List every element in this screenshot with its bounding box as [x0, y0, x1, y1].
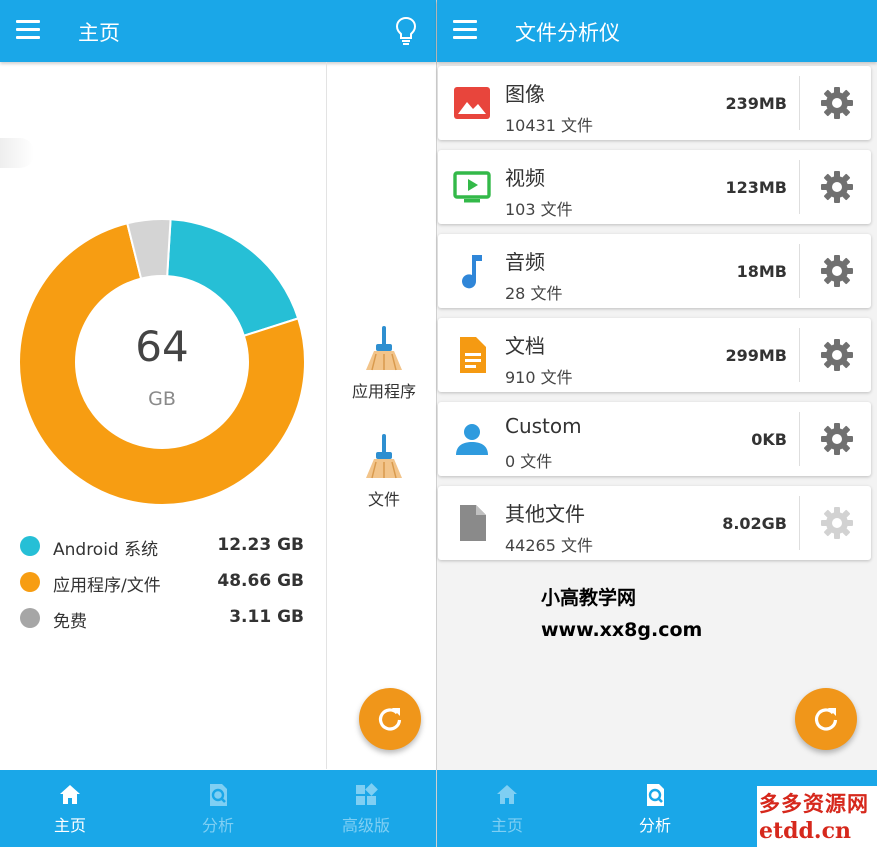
clean-apps-label: 应用程序: [351, 382, 416, 401]
clean-apps-button[interactable]: 应用程序: [334, 324, 434, 402]
category-name: 文档: [505, 334, 545, 358]
legend-label: 免费: [53, 612, 87, 632]
refresh-icon: [814, 708, 838, 731]
category-audio[interactable]: 音频 28 文件 18MB: [438, 234, 871, 308]
gear-icon[interactable]: [819, 505, 855, 541]
page-title: 文件分析仪: [515, 21, 620, 45]
file-icon: [460, 505, 486, 541]
category-name: 视频: [505, 166, 545, 190]
clean-files-label: 文件: [367, 490, 400, 509]
clean-files-button[interactable]: 文件: [334, 432, 434, 510]
gear-icon[interactable]: [819, 421, 855, 457]
category-name: Custom: [505, 414, 582, 438]
document-icon: [460, 337, 486, 373]
gear-icon[interactable]: [819, 253, 855, 289]
nav-home[interactable]: 主页: [447, 770, 567, 847]
category-name: 其他文件: [505, 502, 585, 526]
nav-label: 分析: [638, 816, 671, 835]
watermark-site-url: www.xx8g.com: [541, 619, 703, 641]
category-size: 0KB: [751, 430, 787, 449]
category-size: 239MB: [725, 94, 787, 113]
home-icon: [60, 785, 80, 804]
nav-premium[interactable]: 高级版: [306, 770, 426, 847]
corner-watermark-line2: etdd.cn: [759, 818, 851, 844]
legend-value: 48.66 GB: [217, 571, 304, 591]
analyzer-app-bar: 文件分析仪: [437, 0, 877, 62]
category-name: 音频: [505, 250, 545, 274]
apps-dot-icon: [20, 572, 40, 592]
category-custom[interactable]: Custom 0 文件 0KB: [438, 402, 871, 476]
bottom-navigation: 主页 分析 高级版: [0, 770, 436, 847]
menu-icon[interactable]: [453, 20, 477, 40]
nav-label: 分析: [201, 816, 234, 835]
refresh-button[interactable]: [795, 688, 857, 750]
category-size: 18MB: [736, 262, 787, 281]
legend-apps: 应用程序/文件 48.66 GB: [20, 568, 308, 596]
nav-label: 主页: [53, 816, 86, 835]
home-icon: [497, 785, 517, 804]
category-count: 28 文件: [505, 284, 563, 303]
nav-home[interactable]: 主页: [10, 770, 130, 847]
watermark-site-name: 小高教学网: [541, 587, 637, 609]
storage-total-number: 64: [135, 322, 189, 371]
home-app-bar: 主页: [0, 0, 436, 62]
nav-analysis[interactable]: 分析: [158, 770, 278, 847]
corner-watermark-line1: 多多资源网: [759, 792, 869, 816]
category-count: 103 文件: [505, 200, 573, 219]
legend-android: Android 系统 12.23 GB: [20, 532, 308, 560]
category-count: 910 文件: [505, 368, 573, 387]
drawer-handle[interactable]: [0, 138, 34, 168]
category-count: 44265 文件: [505, 536, 593, 555]
category-count: 10431 文件: [505, 116, 593, 135]
nav-analysis[interactable]: 分析: [595, 770, 715, 847]
corner-watermark: 多多资源网 etdd.cn: [757, 786, 877, 847]
broom-icon: [366, 326, 402, 371]
refresh-icon: [378, 708, 402, 731]
category-size: 123MB: [725, 178, 787, 197]
category-count: 0 文件: [505, 452, 553, 471]
legend-value: 3.11 GB: [229, 607, 304, 627]
gear-icon[interactable]: [819, 169, 855, 205]
legend-label: Android 系统: [53, 540, 159, 560]
divider: [326, 62, 327, 769]
gear-icon[interactable]: [819, 85, 855, 121]
analyzer-panel: 文件分析仪 图像 10431 文件 239MB 视频 103 文件 123MB …: [437, 0, 877, 847]
legend-value: 12.23 GB: [217, 535, 304, 555]
person-icon: [456, 424, 488, 455]
gear-icon[interactable]: [819, 337, 855, 373]
broom-icon: [366, 434, 402, 479]
free-dot-icon: [20, 608, 40, 628]
divider: [799, 76, 800, 130]
legend-free: 免费 3.11 GB: [20, 604, 308, 632]
category-images[interactable]: 图像 10431 文件 239MB: [438, 66, 871, 140]
divider: [799, 160, 800, 214]
category-videos[interactable]: 视频 103 文件 123MB: [438, 150, 871, 224]
category-other[interactable]: 其他文件 44265 文件 8.02GB: [438, 486, 871, 560]
refresh-button[interactable]: [359, 688, 421, 750]
divider: [799, 328, 800, 382]
lightbulb-icon[interactable]: [394, 16, 418, 46]
android-dot-icon: [20, 536, 40, 556]
nav-label: 主页: [490, 816, 523, 835]
home-panel: 主页 64 GB Android 系统 12.23 GB 应用程序/文件 48.…: [0, 0, 437, 847]
divider: [799, 412, 800, 466]
donut-segment-android: [166, 218, 300, 338]
category-documents[interactable]: 文档 910 文件 299MB: [438, 318, 871, 392]
premium-grid-icon: [356, 783, 378, 805]
music-note-icon: [462, 255, 482, 289]
menu-icon[interactable]: [16, 20, 40, 40]
category-size: 8.02GB: [722, 514, 787, 533]
page-title: 主页: [78, 21, 120, 45]
video-icon: [453, 171, 491, 203]
analysis-icon: [210, 784, 227, 806]
storage-total-unit: GB: [148, 388, 176, 410]
divider: [799, 244, 800, 298]
analysis-icon: [647, 784, 664, 806]
divider: [799, 496, 800, 550]
image-icon: [454, 87, 490, 119]
category-size: 299MB: [725, 346, 787, 365]
category-name: 图像: [505, 82, 545, 106]
legend-label: 应用程序/文件: [53, 576, 161, 596]
nav-label: 高级版: [341, 816, 390, 835]
